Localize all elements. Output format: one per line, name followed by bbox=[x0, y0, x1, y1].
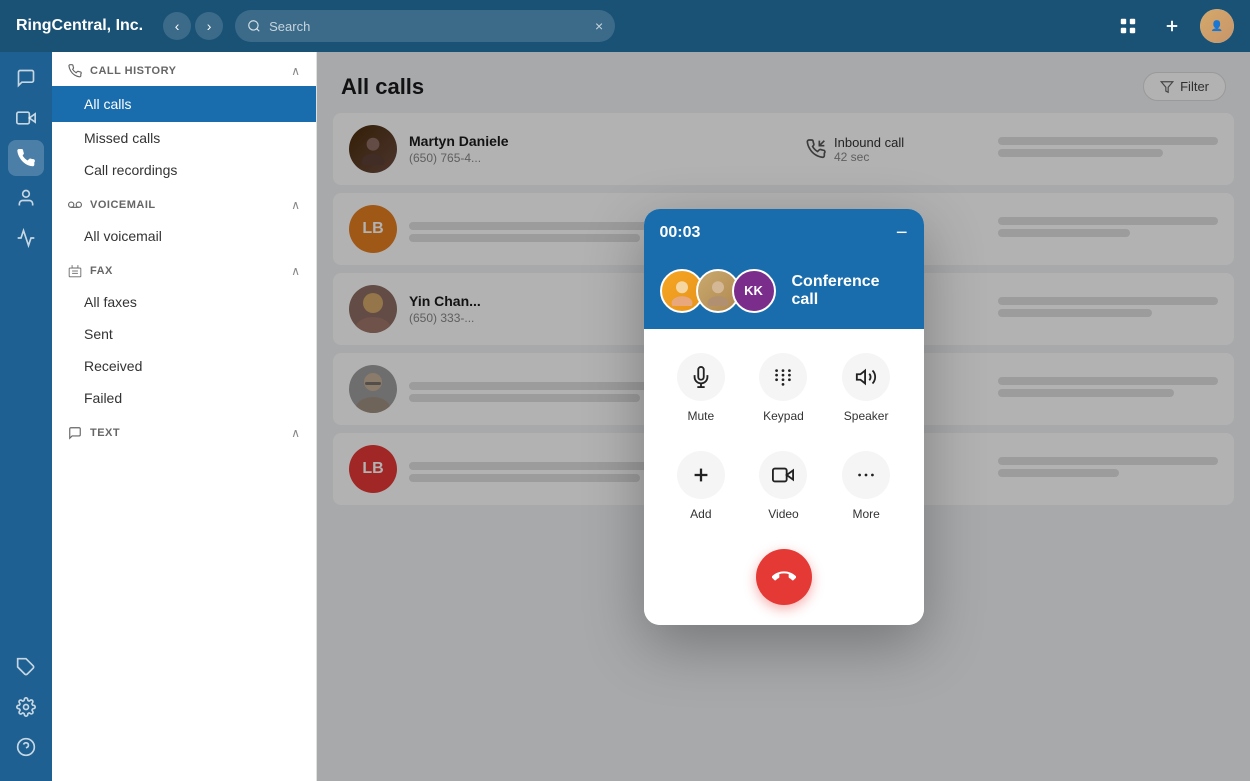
keypad-icon-btn bbox=[759, 353, 807, 401]
call-modal: 00:03 − KK bbox=[644, 209, 924, 625]
section-text: TEXT ∧ bbox=[52, 414, 316, 448]
more-label: More bbox=[852, 507, 879, 521]
speaker-label: Speaker bbox=[844, 409, 889, 423]
keypad-control[interactable]: Keypad bbox=[759, 353, 807, 423]
end-call-button[interactable] bbox=[756, 549, 812, 605]
app-title: RingCentral, Inc. bbox=[16, 17, 143, 35]
call-controls-row-2: Add Video More bbox=[660, 451, 908, 521]
contacts-icon bbox=[16, 188, 36, 208]
text-section-icon bbox=[68, 426, 82, 440]
sidebar-item-sent[interactable]: Sent bbox=[52, 318, 316, 350]
section-header-fax[interactable]: FAX ∧ bbox=[52, 252, 316, 286]
video-icon bbox=[16, 108, 36, 128]
call-timer: 00:03 bbox=[660, 224, 701, 242]
more-control[interactable]: More bbox=[842, 451, 890, 521]
sidebar-icon-fax[interactable] bbox=[8, 220, 44, 256]
section-fax: FAX ∧ All faxes Sent Received Failed bbox=[52, 252, 316, 414]
apps-button[interactable] bbox=[1112, 10, 1144, 42]
main-content: All calls Filter Martyn Daniele (650) 76… bbox=[317, 52, 1250, 781]
sidebar-item-missed-calls[interactable]: Missed calls bbox=[52, 122, 316, 154]
messages-icon bbox=[16, 68, 36, 88]
sidebar-icon-video[interactable] bbox=[8, 100, 44, 136]
section-chevron-text: ∧ bbox=[291, 426, 300, 440]
video-icon-btn bbox=[759, 451, 807, 499]
call-modal-overlay: 00:03 − KK bbox=[317, 52, 1250, 781]
mute-control[interactable]: Mute bbox=[677, 353, 725, 423]
video-label: Video bbox=[768, 507, 798, 521]
nav-back-button[interactable]: ‹ bbox=[163, 12, 191, 40]
nav-sidebar: CALL HISTORY ∧ All calls Missed calls Ca… bbox=[52, 52, 317, 781]
add-icon-btn bbox=[677, 451, 725, 499]
main-layout: CALL HISTORY ∧ All calls Missed calls Ca… bbox=[0, 52, 1250, 781]
end-call-icon bbox=[772, 565, 796, 589]
video-control[interactable]: Video bbox=[759, 451, 807, 521]
speaker-control[interactable]: Speaker bbox=[842, 353, 890, 423]
phone-section-icon bbox=[68, 64, 82, 78]
sidebar-icon-extensions[interactable] bbox=[8, 649, 44, 685]
plus-icon bbox=[1163, 17, 1181, 35]
sidebar-icon-settings[interactable] bbox=[8, 689, 44, 725]
minimize-button[interactable]: − bbox=[896, 223, 908, 243]
fax-icon bbox=[16, 228, 36, 248]
section-header-text[interactable]: TEXT ∧ bbox=[52, 414, 316, 448]
voicemail-icon bbox=[68, 198, 82, 212]
sidebar-item-received[interactable]: Received bbox=[52, 350, 316, 382]
add-label: Add bbox=[690, 507, 711, 521]
phone-icon bbox=[16, 148, 36, 168]
section-call-history: CALL HISTORY ∧ All calls Missed calls Ca… bbox=[52, 52, 316, 186]
call-end-row bbox=[660, 549, 908, 605]
search-bar: × bbox=[235, 10, 615, 42]
section-header-call-history[interactable]: CALL HISTORY ∧ bbox=[52, 52, 316, 86]
sidebar-item-all-faxes[interactable]: All faxes bbox=[52, 286, 316, 318]
avatar-image: 👤 bbox=[1200, 9, 1234, 43]
user-avatar[interactable]: 👤 bbox=[1200, 9, 1234, 43]
participant-avatar-3: KK bbox=[732, 269, 776, 313]
sidebar-item-call-recordings[interactable]: Call recordings bbox=[52, 154, 316, 186]
nav-buttons: ‹ › bbox=[163, 12, 223, 40]
puzzle-icon bbox=[16, 657, 36, 677]
call-modal-header: 00:03 − bbox=[644, 209, 924, 257]
sidebar-item-all-calls[interactable]: All calls bbox=[52, 86, 316, 122]
section-voicemail: VOICEMAIL ∧ All voicemail bbox=[52, 186, 316, 252]
sidebar-icon-help[interactable] bbox=[8, 729, 44, 765]
grid-icon bbox=[1119, 17, 1137, 35]
sidebar-icon-phone[interactable] bbox=[8, 140, 44, 176]
more-icon-btn bbox=[842, 451, 890, 499]
call-modal-participants: KK Conference call bbox=[644, 257, 924, 329]
settings-icon bbox=[16, 697, 36, 717]
sidebar-icon-contacts[interactable] bbox=[8, 180, 44, 216]
search-clear-icon[interactable]: × bbox=[595, 18, 603, 34]
conference-call-label: Conference call bbox=[792, 273, 908, 309]
topbar: RingCentral, Inc. ‹ › × 👤 bbox=[0, 0, 1250, 52]
add-control[interactable]: Add bbox=[677, 451, 725, 521]
call-modal-body: Mute Keypad Speaker bbox=[644, 329, 924, 625]
search-icon bbox=[247, 19, 261, 33]
sidebar-item-all-voicemail[interactable]: All voicemail bbox=[52, 220, 316, 252]
mute-icon-btn bbox=[677, 353, 725, 401]
keypad-label: Keypad bbox=[763, 409, 804, 423]
icon-sidebar bbox=[0, 52, 52, 781]
icon-sidebar-bottom bbox=[8, 649, 44, 773]
speaker-icon-btn bbox=[842, 353, 890, 401]
section-chevron-call-history: ∧ bbox=[291, 64, 300, 78]
topbar-right: 👤 bbox=[1112, 9, 1234, 43]
nav-forward-button[interactable]: › bbox=[195, 12, 223, 40]
participant-initials: KK bbox=[744, 283, 763, 298]
participant-avatars: KK bbox=[660, 269, 776, 313]
search-input[interactable] bbox=[269, 19, 587, 34]
call-controls-row-1: Mute Keypad Speaker bbox=[660, 353, 908, 423]
help-icon bbox=[16, 737, 36, 757]
section-chevron-voicemail: ∧ bbox=[291, 198, 300, 212]
add-button[interactable] bbox=[1156, 10, 1188, 42]
section-chevron-fax: ∧ bbox=[291, 264, 300, 278]
sidebar-icon-messages[interactable] bbox=[8, 60, 44, 96]
fax-section-icon bbox=[68, 264, 82, 278]
mute-label: Mute bbox=[687, 409, 714, 423]
section-header-voicemail[interactable]: VOICEMAIL ∧ bbox=[52, 186, 316, 220]
sidebar-item-failed[interactable]: Failed bbox=[52, 382, 316, 414]
